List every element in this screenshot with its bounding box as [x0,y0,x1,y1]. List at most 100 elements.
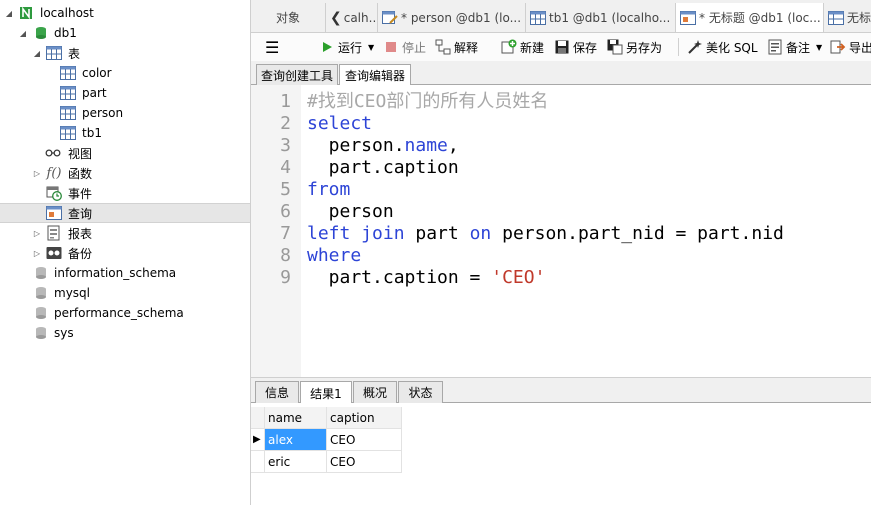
sql-text: part.caption = [307,267,492,288]
sql-keyword: from [307,179,351,200]
tree-item-events[interactable]: 事件 [0,183,250,203]
dropdown-arrow-icon[interactable]: ▼ [368,43,374,52]
beautify-sql-button[interactable]: 美化 SQL [687,38,758,56]
tab-label: 信息 [264,386,289,400]
line-number: 7 [280,223,291,244]
tree-item-queries[interactable]: 查询 [0,203,250,223]
tab-person[interactable]: * person @db1 (lo... [378,3,526,32]
collapsed-arrow-icon[interactable]: ▷ [32,248,42,258]
table-cell[interactable]: CEO [327,451,402,473]
tab-partial-localhost[interactable]: ❮ calh... [326,3,378,32]
dropdown-arrow-icon[interactable]: ▼ [816,43,822,52]
expanded-arrow-icon[interactable]: ◢ [18,28,28,38]
database-label: db1 [54,26,77,40]
line-number: 4 [280,157,291,178]
table-cell[interactable]: eric [265,451,327,473]
database-icon [33,325,49,341]
row-header-corner [251,407,265,429]
collapsed-arrow-icon[interactable]: ▷ [32,168,42,178]
tab-tb1[interactable]: tb1 @db1 (localho... [526,3,676,32]
tree-item-functions[interactable]: ▷ f() 函数 [0,163,250,183]
tree-item-table-tb1[interactable]: tb1 [0,123,250,143]
backups-label: 备份 [68,246,93,261]
database-label: performance_schema [54,306,184,320]
tab-untitled-partial[interactable]: 无标 [824,3,871,32]
expanded-arrow-icon[interactable]: ◢ [4,8,14,18]
row-selector[interactable] [251,451,265,473]
scroll-left-icon[interactable]: ❮ [330,10,342,26]
code-line: person.name, [307,135,459,157]
new-button[interactable]: 新建 [501,38,544,56]
save-button[interactable]: 保存 [554,38,597,56]
run-button[interactable]: 运行 ▼ [319,38,374,56]
query-toolbar: ☰ 运行 ▼ 停止 解释 新建 保存 另存为 美化 SQL 备注 ▼ 导出 [251,33,871,61]
tree-item-database[interactable]: information_schema [0,263,250,283]
toolbar-divider [678,38,679,56]
column-header[interactable]: name [265,407,327,429]
tables-label: 表 [68,46,81,61]
comment-button[interactable]: 备注 ▼ [767,38,822,56]
database-label: sys [54,326,74,340]
tab-label: 无标 [847,11,871,25]
query-icon [680,10,696,25]
report-icon [46,225,62,241]
sql-text: part [404,223,470,244]
tree-item-database[interactable]: performance_schema [0,303,250,323]
reports-label: 报表 [68,226,93,241]
stop-label: 停止 [402,40,427,55]
current-row-arrow-icon: ▶ [253,434,261,445]
tree-item-table-part[interactable]: part [0,83,250,103]
tree-item-views[interactable]: 视图 [0,143,250,163]
tab-label: tb1 @db1 (localho... [549,10,671,25]
database-icon [33,265,49,281]
menu-button[interactable]: ☰ [265,38,279,57]
tab-objects[interactable]: 对象 [251,3,326,32]
tab-label: 结果1 [310,386,342,401]
tab-label: 概况 [362,386,387,400]
line-number-gutter: 1 2 3 4 5 6 7 8 9 [251,85,301,377]
tab-label: 对象 [275,11,300,25]
sql-editor[interactable]: 1 2 3 4 5 6 7 8 9 #找到CEO部门的所有人员姓名 select… [251,85,871,377]
tree-item-table-person[interactable]: person [0,103,250,123]
collapsed-arrow-icon[interactable]: ▷ [32,228,42,238]
tree-item-reports[interactable]: ▷ 报表 [0,223,250,243]
tree-item-database[interactable]: mysql [0,283,250,303]
database-label: mysql [54,286,90,300]
sql-text: , [447,135,459,156]
sql-text: person.part_nid = part.nid [491,223,784,244]
stop-icon [383,39,399,55]
tab-query-builder[interactable]: 查询创建工具 [256,64,338,85]
export-button[interactable]: 导出 [830,38,871,56]
table-cell[interactable]: alex [265,429,327,451]
expanded-arrow-icon[interactable]: ◢ [32,48,42,58]
sql-text: person [307,201,394,222]
tab-query-editor[interactable]: 查询编辑器 [339,64,411,86]
tree-item-database[interactable]: sys [0,323,250,343]
code-line: select [307,113,372,135]
queries-label: 查询 [68,206,93,221]
tree-item-backups[interactable]: ▷ 备份 [0,243,250,263]
connection-icon [18,5,34,21]
tree-item-table-color[interactable]: color [0,63,250,83]
tab-status[interactable]: 状态 [398,381,443,403]
line-number: 9 [280,267,291,288]
sql-keyword: left join [307,223,405,244]
column-header[interactable]: caption [327,407,402,429]
tab-label: 查询创建工具 [260,68,333,83]
save-as-button[interactable]: 另存为 [607,38,662,56]
table-folder-icon [46,45,62,61]
tree-item-connection[interactable]: ◢ localhost [0,3,250,23]
result-grid[interactable]: name caption ▶ alex CEO eric CEO [251,403,871,505]
tab-info[interactable]: 信息 [255,381,299,403]
row-selector[interactable]: ▶ [251,429,265,451]
tree-item-tables[interactable]: ◢ 表 [0,43,250,63]
tab-untitled-query[interactable]: * 无标题 @db1 (loc... [676,3,824,32]
tab-result1[interactable]: 结果1 [300,381,352,404]
sql-text: part.caption [307,157,459,178]
tree-item-database[interactable]: ◢ db1 [0,23,250,43]
table-cell[interactable]: CEO [327,429,402,451]
tab-overview[interactable]: 概况 [353,381,397,403]
stop-button[interactable]: 停止 [383,38,426,56]
functions-label: 函数 [68,166,93,181]
explain-button[interactable]: 解释 [435,38,478,56]
